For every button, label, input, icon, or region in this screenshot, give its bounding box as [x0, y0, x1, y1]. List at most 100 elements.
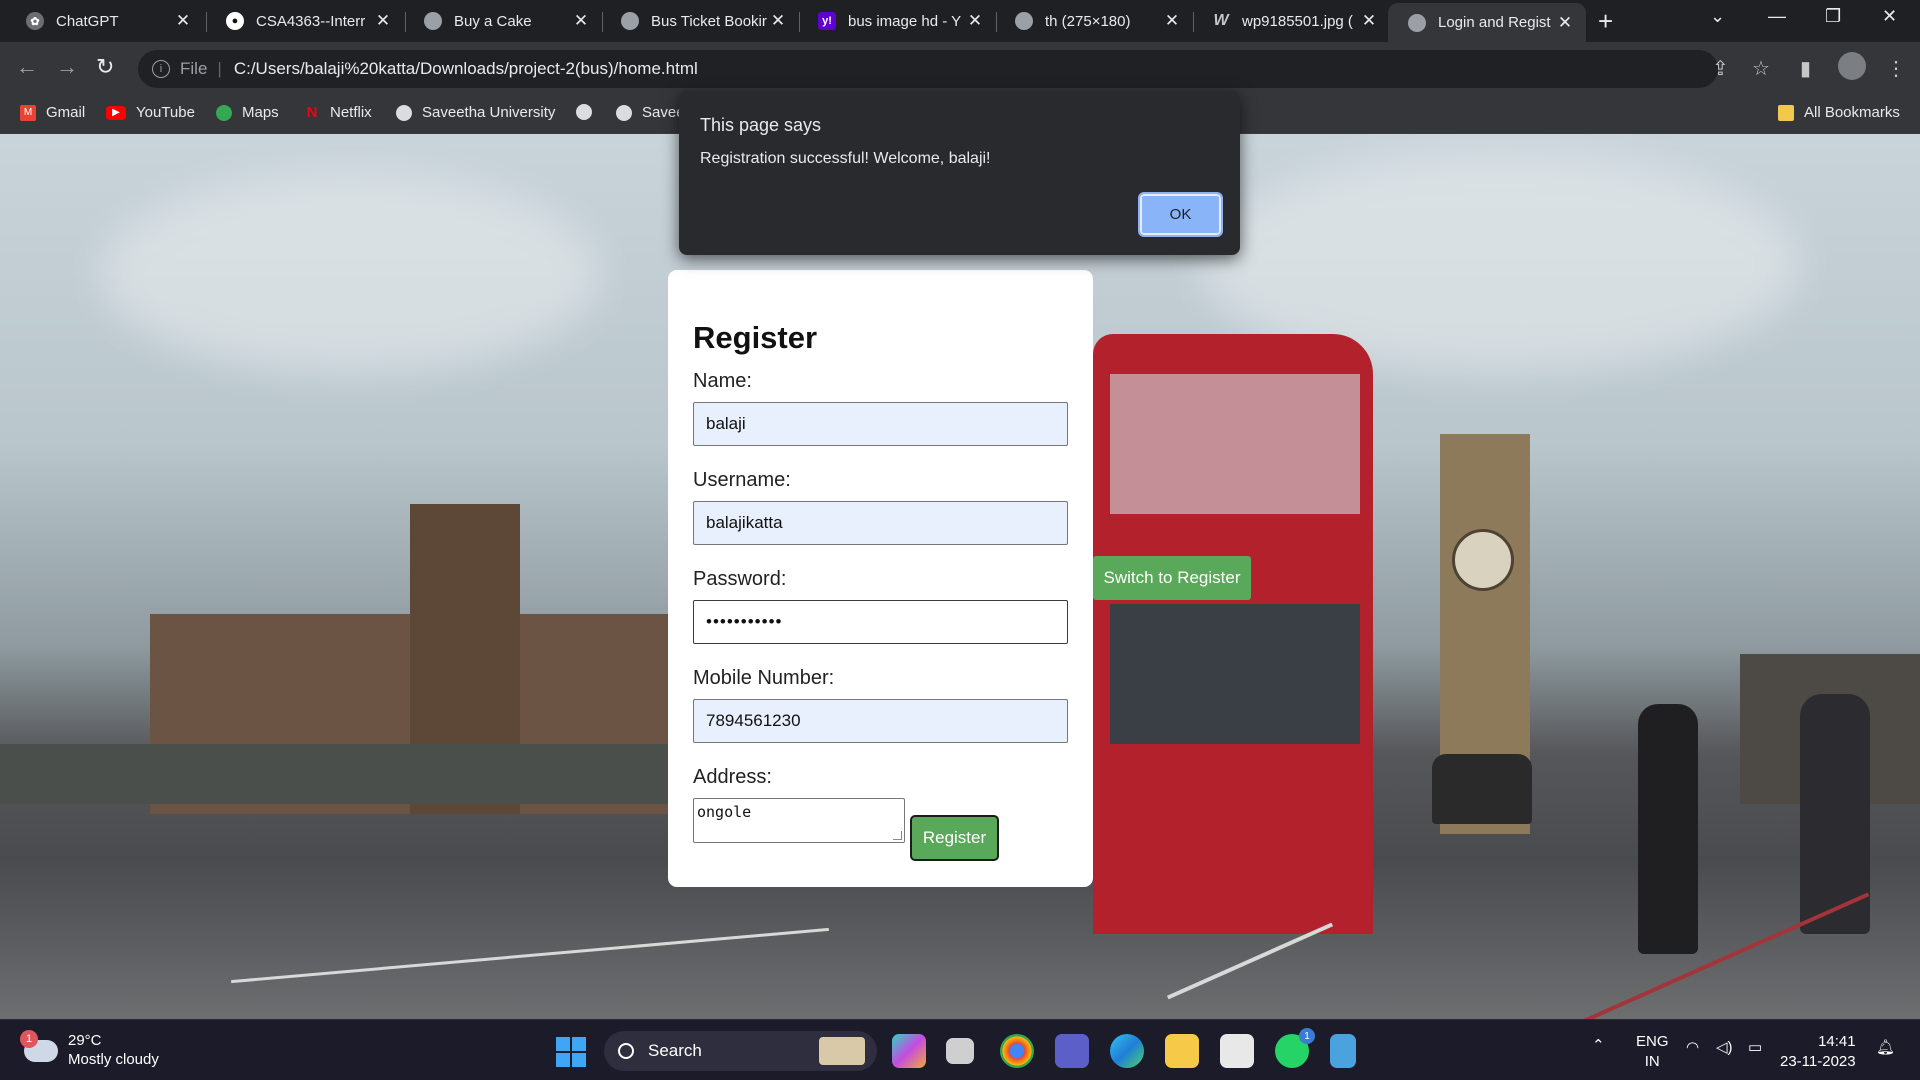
info-icon[interactable]: i	[152, 60, 170, 78]
language-indicator[interactable]: ENG IN	[1636, 1032, 1669, 1072]
ok-button[interactable]: OK	[1138, 192, 1223, 237]
windows-start-icon[interactable]	[556, 1037, 586, 1067]
reload-icon[interactable]: ↻	[96, 54, 114, 80]
search-icon	[618, 1043, 634, 1059]
bookmark-label: YouTube	[136, 104, 195, 121]
cloud	[100, 174, 600, 374]
close-icon[interactable]: ✕	[1556, 13, 1574, 33]
address-label: Address:	[693, 766, 772, 788]
copilot-icon[interactable]	[892, 1034, 926, 1068]
gmail-icon: M	[20, 104, 36, 121]
tab-title: Buy a Cake	[454, 12, 532, 30]
all-bookmarks[interactable]: All Bookmarks	[1778, 104, 1900, 121]
bookmark-label: Gmail	[46, 104, 86, 121]
language-code: ENG	[1636, 1033, 1669, 1050]
menu-icon[interactable]: ⋮	[1886, 56, 1906, 81]
close-icon[interactable]: ✕	[374, 11, 392, 31]
address-textarea[interactable]: ongole	[693, 798, 905, 843]
road-marking	[1166, 922, 1334, 1000]
tab-bus-ticket[interactable]: Bus Ticket Bookir ✕	[601, 5, 799, 37]
tab-th[interactable]: th (275×180) ✕	[995, 5, 1193, 37]
new-tab-button[interactable]: +	[1598, 8, 1613, 34]
weather-condition: Mostly cloudy	[68, 1051, 159, 1068]
close-icon[interactable]: ✕	[966, 11, 984, 31]
tab-login-register[interactable]: Login and Regist ✕	[1388, 3, 1586, 42]
dialog-message: Registration successful! Welcome, balaji…	[700, 150, 991, 167]
globe-icon	[576, 104, 592, 120]
pedestrian	[1638, 704, 1698, 954]
road-marking	[231, 927, 829, 984]
wifi-icon[interactable]: ◠	[1686, 1038, 1699, 1056]
youtube-icon: ▶	[106, 105, 126, 120]
close-window-icon[interactable]: ✕	[1882, 6, 1897, 27]
close-icon[interactable]: ✕	[1360, 11, 1378, 31]
search-highlight-icon	[819, 1037, 865, 1065]
yahoo-icon: y!	[818, 12, 836, 30]
share-icon[interactable]: ⇪	[1712, 56, 1729, 81]
tab-wallpaper[interactable]: W wp9185501.jpg ( ✕	[1192, 5, 1390, 37]
bookmark-gmail[interactable]: M Gmail	[20, 104, 85, 121]
tab-search-icon[interactable]: ⌄	[1710, 6, 1725, 27]
weather-widget[interactable]: 1 29°C Mostly cloudy	[20, 1030, 159, 1070]
edge-icon[interactable]	[1110, 1034, 1144, 1068]
bookmark-maps[interactable]: Maps	[216, 104, 279, 121]
tab-strip: ✿ ChatGPT ✕ ● CSA4363--Interr ✕ Buy a Ca…	[0, 0, 1920, 42]
w-icon: W	[1213, 12, 1229, 29]
tab-yahoo[interactable]: y! bus image hd - Y ✕	[798, 5, 996, 37]
username-input[interactable]: balajikatta	[693, 501, 1068, 545]
temperature: 29°C	[68, 1032, 102, 1049]
tab-title: Bus Ticket Bookir	[651, 12, 767, 30]
all-bookmarks-label: All Bookmarks	[1804, 104, 1900, 121]
whatsapp-badge: 1	[1299, 1028, 1315, 1044]
tab-chatgpt[interactable]: ✿ ChatGPT ✕	[6, 5, 204, 37]
register-heading: Register	[693, 320, 818, 355]
password-label: Password:	[693, 568, 787, 590]
close-icon[interactable]: ✕	[769, 11, 787, 31]
dialog-title: This page says	[700, 115, 822, 135]
battery-icon[interactable]: ▭	[1748, 1038, 1762, 1056]
volume-icon[interactable]: ◁)	[1716, 1038, 1733, 1056]
bookmark-star-icon[interactable]: ☆	[1752, 56, 1770, 81]
avatar[interactable]	[1838, 52, 1866, 80]
side-panel-icon[interactable]: ▮	[1800, 56, 1811, 81]
mobile-input[interactable]: 7894561230	[693, 699, 1068, 743]
switch-to-register-button[interactable]: Switch to Register	[1093, 556, 1251, 600]
whatsapp-icon[interactable]: 1	[1275, 1028, 1315, 1068]
bus-window	[1110, 604, 1360, 744]
microsoft-store-icon[interactable]	[1220, 1034, 1254, 1068]
notification-bell-icon[interactable]: 🔔︎	[1876, 1038, 1895, 1056]
chrome-icon[interactable]	[1000, 1034, 1034, 1068]
chevron-up-icon[interactable]: ⌃	[1592, 1036, 1605, 1054]
taskbar-search[interactable]: Search	[604, 1031, 877, 1071]
region-code: IN	[1644, 1053, 1660, 1070]
name-input[interactable]: balaji	[693, 402, 1068, 446]
teams-icon[interactable]	[1055, 1034, 1089, 1068]
url-scheme: File	[180, 59, 208, 78]
close-icon[interactable]: ✕	[174, 11, 192, 31]
close-icon[interactable]: ✕	[572, 11, 590, 31]
search-placeholder: Search	[648, 1041, 702, 1060]
minimize-icon[interactable]: —	[1768, 6, 1786, 27]
tab-buy-cake[interactable]: Buy a Cake ✕	[404, 5, 602, 37]
bookmark-savee[interactable]: Savee	[616, 104, 685, 121]
restore-icon[interactable]: ❐	[1825, 6, 1841, 27]
register-card: Register Name: balaji Username: balajika…	[668, 270, 1093, 887]
close-icon[interactable]: ✕	[1163, 11, 1181, 31]
back-icon[interactable]: ←	[16, 54, 38, 80]
address-bar[interactable]: i File | C:/Users/balaji%20katta/Downloa…	[138, 50, 1718, 88]
clock[interactable]: 14:41 23-11-2023	[1780, 1032, 1856, 1072]
task-view-icon[interactable]	[946, 1038, 974, 1064]
tab-github[interactable]: ● CSA4363--Interr ✕	[206, 5, 404, 37]
tab-title: Login and Regist	[1438, 14, 1551, 31]
bookmark-youtube[interactable]: ▶ YouTube	[106, 104, 195, 121]
password-input[interactable]: •••••••••••	[693, 600, 1068, 644]
notepad-icon[interactable]	[1330, 1034, 1356, 1068]
bookmark-saveetha[interactable]: Saveetha University	[396, 104, 555, 121]
url-text[interactable]: C:/Users/balaji%20katta/Downloads/projec…	[234, 59, 698, 79]
file-explorer-icon[interactable]	[1165, 1034, 1199, 1068]
register-button[interactable]: Register	[910, 815, 999, 861]
bookmark-netflix[interactable]: N Netflix	[304, 104, 372, 121]
bookmark-globe[interactable]	[576, 104, 602, 120]
forward-icon[interactable]: →	[56, 54, 78, 80]
globe-icon	[424, 12, 442, 30]
